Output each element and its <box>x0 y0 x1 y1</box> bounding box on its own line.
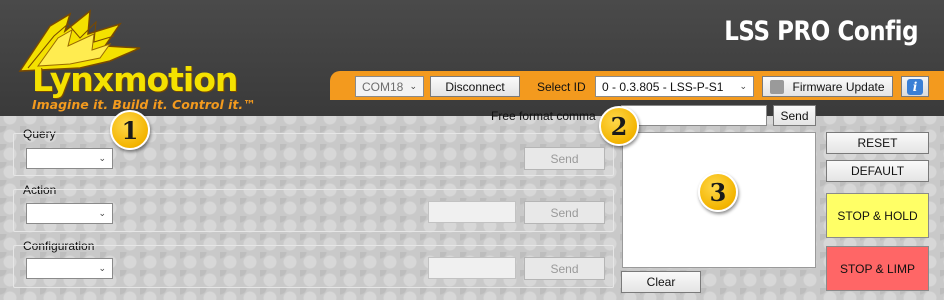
chevron-down-icon: ⌄ <box>739 81 747 91</box>
configuration-select[interactable]: ⌄ <box>26 258 113 279</box>
stop-limp-button[interactable]: STOP & LIMP <box>826 246 929 291</box>
free-format-input[interactable] <box>621 105 767 126</box>
action-param-field[interactable] <box>428 201 516 223</box>
firmware-update-label: Firmware Update <box>792 79 885 94</box>
free-format-send-button[interactable]: Send <box>773 105 816 126</box>
select-id-dropdown[interactable]: 0 - 0.3.805 - LSS-P-S1 ⌄ <box>595 76 754 97</box>
callout-badge-1: 1 <box>110 110 150 150</box>
callout-badge-3: 3 <box>698 172 738 212</box>
chevron-down-icon: ⌄ <box>98 153 106 163</box>
app-window: Lynxmotion Imagine it. Build it. Control… <box>0 0 944 300</box>
firmware-update-button[interactable]: Firmware Update <box>762 76 893 97</box>
free-format-label: Free format comma <box>491 109 596 123</box>
header-bar: Lynxmotion Imagine it. Build it. Control… <box>0 0 944 116</box>
configuration-param-field[interactable] <box>428 257 516 279</box>
reset-button[interactable]: RESET <box>826 132 929 154</box>
select-id-label: Select ID <box>537 80 586 94</box>
callout-badge-2: 2 <box>599 106 639 146</box>
query-select[interactable]: ⌄ <box>26 148 113 169</box>
configuration-send-button[interactable]: Send <box>524 257 605 280</box>
stop-hold-button[interactable]: STOP & HOLD <box>826 193 929 238</box>
com-port-select[interactable]: COM18 ⌄ <box>355 76 424 97</box>
chevron-down-icon: ⌄ <box>98 263 106 273</box>
query-send-button[interactable]: Send <box>524 147 605 170</box>
firmware-icon <box>770 79 785 94</box>
select-id-value: 0 - 0.3.805 - LSS-P-S1 <box>602 79 724 94</box>
logo-wordmark: Lynxmotion <box>32 60 238 99</box>
com-port-value: COM18 <box>362 79 404 94</box>
disconnect-button[interactable]: Disconnect <box>430 76 520 97</box>
default-button[interactable]: DEFAULT <box>826 160 929 182</box>
chevron-down-icon: ⌄ <box>98 208 106 218</box>
info-button[interactable]: i <box>901 76 929 97</box>
logo-tagline: Imagine it. Build it. Control it.™ <box>32 97 256 112</box>
chevron-down-icon: ⌄ <box>409 81 417 91</box>
info-icon: i <box>907 78 923 95</box>
action-select[interactable]: ⌄ <box>26 203 113 224</box>
lynxmotion-logo: Lynxmotion Imagine it. Build it. Control… <box>10 6 290 112</box>
clear-button[interactable]: Clear <box>621 271 701 293</box>
app-title: LSS PRO Config <box>724 16 918 47</box>
action-send-button[interactable]: Send <box>524 201 605 224</box>
